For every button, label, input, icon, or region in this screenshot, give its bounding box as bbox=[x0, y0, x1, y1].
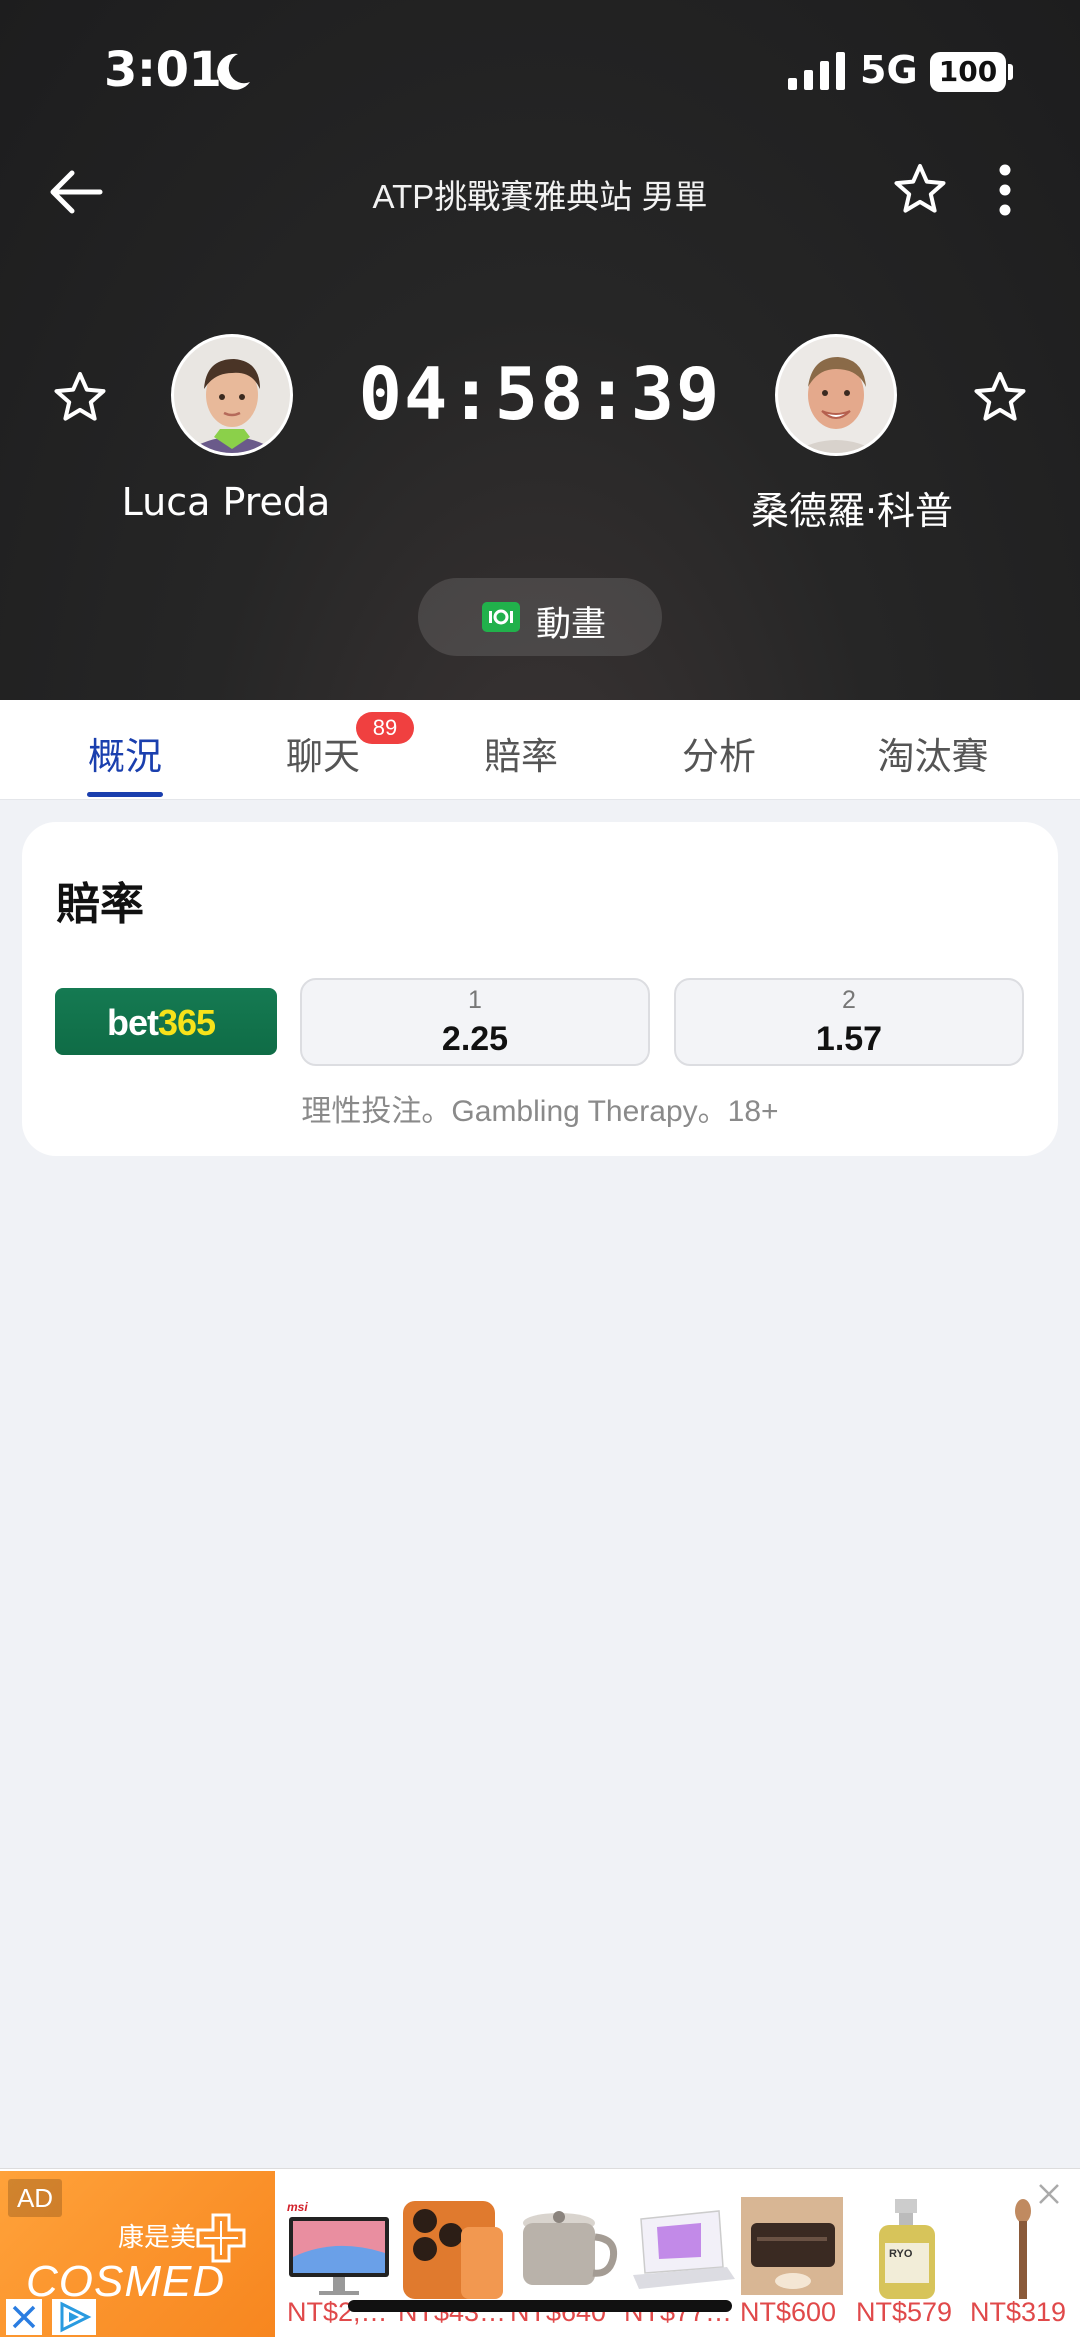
status-time: 3:01 bbox=[104, 42, 222, 98]
tournament-title: ATP挑戰賽雅典站 男單 bbox=[372, 178, 708, 215]
moon-icon bbox=[217, 53, 250, 90]
chat-count-badge: 89 bbox=[356, 712, 414, 744]
brand-cross-logo-icon bbox=[196, 2213, 246, 2263]
ad-product-price[interactable]: NT$319 bbox=[970, 2297, 1080, 2328]
ad-brand-subtitle: 康是美 bbox=[118, 2222, 197, 2252]
home-player-avatar[interactable] bbox=[171, 334, 293, 456]
battery-icon: 100 bbox=[930, 52, 1006, 92]
ad-product-phone-image[interactable] bbox=[399, 2197, 509, 2301]
animation-button[interactable]: 動畫 bbox=[418, 578, 662, 656]
ad-product-monitor-image[interactable]: msi bbox=[285, 2197, 395, 2301]
ad-close-icon[interactable] bbox=[1034, 2179, 1064, 2209]
home-indicator bbox=[348, 2300, 732, 2312]
ad-product-price[interactable]: NT$600 bbox=[740, 2297, 858, 2328]
odds-card-title: 賠率 bbox=[56, 880, 144, 929]
back-arrow-icon[interactable] bbox=[44, 160, 108, 224]
battery-tip bbox=[1008, 64, 1013, 80]
odds-option-label: 2 bbox=[842, 986, 856, 1014]
svg-text:msi: msi bbox=[287, 2200, 308, 2214]
ad-tag: AD bbox=[8, 2179, 62, 2217]
tab-bar: 概況 聊天 賠率 分析 淘汰賽 bbox=[0, 700, 1080, 800]
more-vertical-icon[interactable] bbox=[990, 162, 1020, 218]
responsible-gambling-note[interactable]: 理性投注。Gambling Therapy。18+ bbox=[22, 1086, 1058, 1130]
away-player-avatar[interactable] bbox=[775, 334, 897, 456]
animation-label: 動畫 bbox=[536, 605, 607, 644]
odds-option-label: 1 bbox=[468, 986, 482, 1014]
ad-product-wallet-image[interactable] bbox=[741, 2197, 851, 2301]
svg-text:RYO: RYO bbox=[889, 2248, 913, 2260]
odds-option-value: 2.25 bbox=[441, 1020, 509, 1058]
bookmaker-name-part2: 365 bbox=[158, 1002, 216, 1043]
ad-product-laptop-image[interactable] bbox=[627, 2197, 737, 2301]
ad-product-shampoo-image[interactable]: RYO bbox=[855, 2197, 965, 2301]
adchoices-icon[interactable] bbox=[52, 2299, 96, 2335]
tab-analysis[interactable]: 分析 bbox=[639, 726, 799, 780]
tab-odds[interactable]: 賠率 bbox=[441, 726, 601, 780]
close-icon[interactable] bbox=[6, 2299, 42, 2335]
ad-product-brush-image[interactable] bbox=[969, 2197, 1079, 2301]
favorite-home-star-icon[interactable] bbox=[52, 370, 108, 426]
signal-icon bbox=[788, 52, 845, 90]
home-player-name[interactable]: Luca Preda bbox=[46, 480, 406, 524]
tab-overview[interactable]: 概況 bbox=[45, 726, 205, 780]
star-icon[interactable] bbox=[892, 162, 948, 218]
favorite-away-star-icon[interactable] bbox=[972, 370, 1028, 426]
ad-product-price[interactable]: NT$579 bbox=[856, 2297, 974, 2328]
match-header: 3:01 5G 100 ATP挑戰賽雅典站 男單 Luca Preda 桑德羅·… bbox=[0, 0, 1080, 700]
odds-option-value: 1.57 bbox=[815, 1020, 883, 1058]
active-tab-indicator bbox=[87, 792, 163, 797]
ad-product-mug-image[interactable] bbox=[513, 2197, 623, 2301]
odds-option-home[interactable]: 1 2.25 bbox=[300, 978, 650, 1066]
animation-icon bbox=[482, 602, 520, 632]
odds-card: 賠率 bet365 1 2.25 2 1.57 理性投注。Gambling Th… bbox=[22, 822, 1058, 1156]
tab-knockout[interactable]: 淘汰賽 bbox=[853, 726, 1013, 780]
ad-brand-panel[interactable]: AD 康是美 COSMED bbox=[0, 2171, 275, 2337]
odds-option-away[interactable]: 2 1.57 bbox=[674, 978, 1024, 1066]
network-type: 5G bbox=[860, 48, 918, 92]
status-bar: 3:01 5G 100 bbox=[0, 0, 1080, 140]
bookmaker-name-part1: bet bbox=[107, 1002, 159, 1043]
match-countdown: 04:58:39 bbox=[358, 352, 722, 436]
away-player-name[interactable]: 桑德羅·科普 bbox=[672, 480, 1032, 535]
bet365-logo[interactable]: bet365 bbox=[55, 988, 277, 1055]
